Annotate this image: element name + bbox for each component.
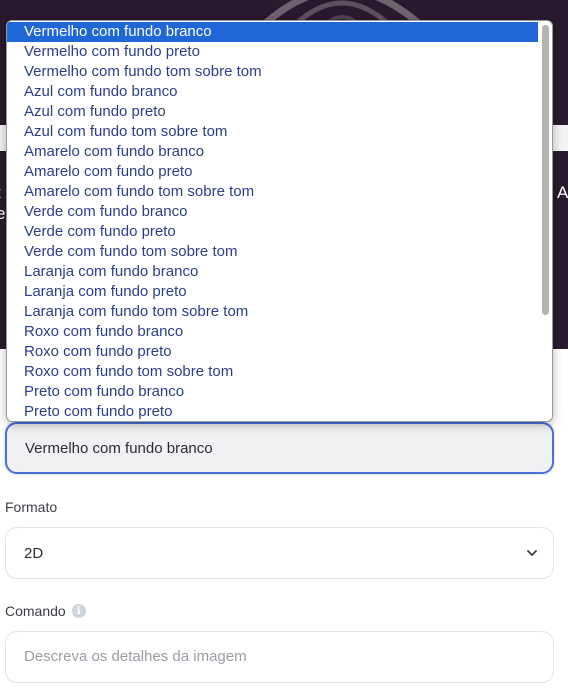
scrollbar-thumb[interactable] — [542, 25, 549, 315]
format-label: Formato — [5, 499, 58, 515]
command-input[interactable] — [5, 631, 554, 683]
dropdown-option[interactable]: Verde com fundo tom sobre tom — [7, 242, 538, 262]
style-dropdown-list[interactable]: Vermelho com fundo branco Vermelho com fu… — [6, 20, 553, 422]
dropdown-option[interactable]: Preto com fundo branco — [7, 382, 538, 402]
dropdown-option[interactable]: Amarelo com fundo preto — [7, 162, 538, 182]
format-select-value: 2D — [24, 544, 44, 562]
dropdown-option[interactable]: Roxo com fundo tom sobre tom — [7, 362, 538, 382]
dropdown-option[interactable]: Roxo com fundo branco — [7, 322, 538, 342]
command-label: Comando i — [5, 603, 86, 619]
options-list: Vermelho com fundo branco Vermelho com fu… — [7, 21, 552, 421]
dropdown-option[interactable]: Verde com fundo preto — [7, 222, 538, 242]
style-select[interactable]: Vermelho com fundo branco — [5, 422, 554, 474]
dropdown-option[interactable]: Laranja com fundo tom sobre tom — [7, 302, 538, 322]
dropdown-option[interactable]: Amarelo com fundo tom sobre tom — [7, 182, 538, 202]
chevron-down-icon — [527, 550, 537, 556]
dropdown-option[interactable]: Vermelho com fundo tom sobre tom — [7, 62, 538, 82]
dropdown-option[interactable]: Azul com fundo tom sobre tom — [7, 122, 538, 142]
dropdown-option[interactable]: Vermelho com fundo preto — [7, 42, 538, 62]
dropdown-option[interactable]: Amarelo com fundo branco — [7, 142, 538, 162]
dropdown-option[interactable]: Verde com fundo branco — [7, 202, 538, 222]
hero-text-fragment-right: A — [557, 183, 568, 202]
dropdown-option[interactable]: Laranja com fundo preto — [7, 282, 538, 302]
style-select-value: Vermelho com fundo branco — [25, 439, 213, 457]
dropdown-option[interactable]: Laranja com fundo branco — [7, 262, 538, 282]
format-select[interactable]: 2D — [5, 527, 554, 579]
dropdown-option[interactable]: Azul com fundo preto — [7, 102, 538, 122]
info-icon[interactable]: i — [71, 604, 86, 618]
dropdown-option[interactable]: Vermelho com fundo branco — [7, 22, 538, 42]
dropdown-option[interactable]: Azul com fundo branco — [7, 82, 538, 102]
dropdown-scrollbar[interactable] — [541, 23, 550, 419]
dropdown-option[interactable]: Preto com fundo preto — [7, 402, 538, 421]
dropdown-option[interactable]: Roxo com fundo preto — [7, 342, 538, 362]
